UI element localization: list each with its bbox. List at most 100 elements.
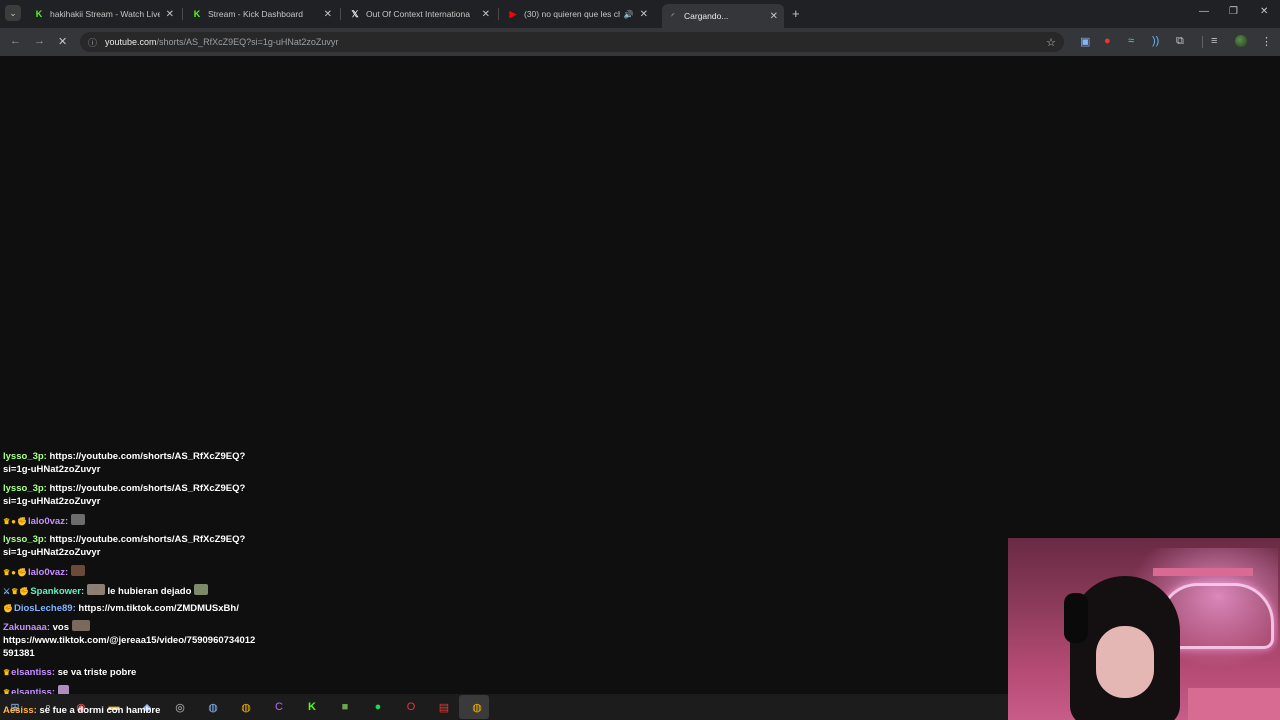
url-path: /shorts/AS_RfXcZ9EQ?si=1g-uHNat2zoZuvyr — [156, 37, 339, 47]
site-info-icon[interactable]: ⓘ — [88, 36, 97, 49]
extension-wave-icon[interactable]: )) — [1152, 35, 1159, 47]
chat-message: ♛●✊lalo0vaz: — [3, 514, 293, 528]
minecraft-icon[interactable]: ■ — [337, 699, 353, 715]
chat-username: Zakunaaa: — [3, 622, 50, 633]
tab-youtube[interactable]: ▶ (30) no quieren que les chu 🔊 ✕ — [502, 4, 654, 24]
close-icon[interactable]: ✕ — [640, 9, 648, 20]
fist-badge-icon: ✊ — [17, 568, 27, 577]
tab-search-button[interactable]: ⌄ — [5, 5, 21, 21]
tab-strip: ⌄ K hakihakii Stream - Watch Live o ✕ K … — [0, 0, 1280, 28]
tab-title: Cargando... — [684, 11, 729, 21]
extension-translate-icon[interactable]: ≈ — [1128, 35, 1134, 47]
chat-text: https://www.tiktok.com/@jereaa15/video/7… — [3, 635, 256, 646]
tab-title: (30) no quieren que les chu — [524, 9, 620, 19]
chrome-active-icon[interactable]: ◍ — [469, 699, 485, 715]
extensions-puzzle-icon[interactable]: ⧉ — [1176, 35, 1184, 48]
crown-badge-icon: ♛ — [3, 668, 11, 677]
kick-icon[interactable]: K — [304, 699, 320, 715]
cast-icon[interactable]: ▣ — [1080, 35, 1090, 48]
menu-kebab-icon[interactable]: ⋮ — [1261, 35, 1272, 48]
chat-username: lalo0vaz: — [27, 516, 69, 527]
chat-text: https://youtube.com/shorts/AS_RfXcZ9EQ? — [49, 483, 246, 494]
chat-message: Aesiss: se fue a dormi con hambre — [3, 704, 293, 717]
emote-image — [70, 514, 85, 525]
chat-text: https://youtube.com/shorts/AS_RfXcZ9EQ? — [49, 534, 246, 545]
tab-title: hakihakii Stream - Watch Live o — [50, 9, 160, 19]
tab-kick-stream[interactable]: K hakihakii Stream - Watch Live o ✕ — [28, 4, 180, 24]
opera-icon[interactable]: O — [403, 699, 419, 715]
crown-badge-icon: ♛ — [3, 568, 11, 577]
chat-text: le hubieran dejado — [107, 586, 192, 597]
chat-text: si=1g-uHNat2zoZuvyr — [3, 464, 101, 475]
tab-title: Out Of Context Internationa — [366, 9, 470, 19]
close-window-icon[interactable]: ✕ — [1260, 6, 1268, 17]
youtube-icon: ▶ — [509, 8, 517, 19]
chat-text: 591381 — [3, 648, 35, 659]
tab-loading[interactable]: ◜ Cargando... ✕ — [662, 4, 784, 28]
chat-text: se fue a dormi con hambre — [39, 705, 161, 716]
crown-badge-icon: ♛ — [3, 517, 11, 526]
chat-username: elsantiss: — [11, 667, 55, 678]
coin-badge-icon: ● — [11, 517, 17, 526]
chat-message: Zakunaaa: vos https://www.tiktok.com/@je… — [3, 620, 293, 660]
emote-image — [70, 565, 85, 576]
speaker-icon[interactable]: 🔊 — [624, 10, 634, 19]
webcam-overlay — [1008, 538, 1280, 720]
chat-message: ♛elsantiss: se va triste pobre — [3, 666, 293, 679]
sword-badge-icon: ⚔ — [3, 587, 11, 596]
spotify-icon[interactable]: ● — [370, 699, 386, 715]
chat-text: https://youtube.com/shorts/AS_RfXcZ9EQ? — [49, 451, 246, 462]
chat-message: ⚔♛✊Spankower: le hubieran dejado — [3, 584, 293, 598]
tab-title: Stream - Kick Dashboard — [208, 9, 303, 19]
close-icon[interactable]: ✕ — [770, 11, 778, 22]
fist-badge-icon: ✊ — [19, 587, 30, 596]
coin-badge-icon: ● — [11, 568, 17, 577]
chat-message: lysso_3p: https://youtube.com/shorts/AS_… — [3, 533, 293, 559]
emote-image — [194, 584, 209, 595]
voicemeeter-icon[interactable]: ▤ — [436, 699, 452, 715]
chat-username: lysso_3p: — [3, 534, 47, 545]
kick-icon: K — [35, 9, 43, 19]
chat-text: https://vm.tiktok.com/ZMDMUSxBh/ — [78, 603, 239, 614]
fist-badge-icon: ✊ — [17, 517, 27, 526]
chat-username: Spankower: — [30, 586, 85, 597]
bookmark-star-icon[interactable]: ☆ — [1046, 36, 1056, 49]
back-icon[interactable]: ← — [10, 35, 21, 47]
restore-icon[interactable]: ❐ — [1229, 6, 1238, 17]
x-icon: 𝕏 — [351, 8, 359, 19]
chat-username: DiosLeche89: — [13, 603, 76, 614]
chat-text: si=1g-uHNat2zoZuvyr — [3, 547, 101, 558]
headset — [1064, 593, 1088, 643]
chat-message: lysso_3p: https://youtube.com/shorts/AS_… — [3, 450, 293, 476]
chat-message: ✊DiosLeche89: https://vm.tiktok.com/ZMDM… — [3, 602, 293, 615]
browser-toolbar: ← → ✕ ⓘ youtube.com/shorts/AS_RfXcZ9EQ?s… — [0, 28, 1280, 56]
minimize-icon[interactable]: — — [1199, 6, 1209, 17]
chat-username: Aesiss: — [3, 705, 37, 716]
close-icon[interactable]: ✕ — [324, 9, 332, 20]
crown-badge-icon: ♛ — [11, 587, 19, 596]
chat-text: vos — [52, 622, 70, 633]
forward-icon[interactable]: → — [34, 35, 45, 47]
stream-chat-overlay: lysso_3p: https://youtube.com/shorts/AS_… — [0, 448, 300, 700]
chat-username: lysso_3p: — [3, 451, 47, 462]
tab-kick-dashboard[interactable]: K Stream - Kick Dashboard ✕ — [186, 4, 338, 24]
close-icon[interactable]: ✕ — [166, 9, 174, 20]
fist-badge-icon: ✊ — [3, 604, 13, 613]
tab-x[interactable]: 𝕏 Out Of Context Internationa ✕ — [344, 4, 496, 24]
url-host: youtube.com — [105, 37, 157, 47]
extension-red-icon[interactable]: ● — [1104, 35, 1111, 47]
streamer-face — [1096, 626, 1154, 698]
chat-message: lysso_3p: https://youtube.com/shorts/AS_… — [3, 482, 293, 508]
media-controls-icon[interactable]: ≡ — [1211, 35, 1217, 47]
chat-text: si=1g-uHNat2zoZuvyr — [3, 496, 101, 507]
emote-image — [86, 584, 105, 595]
chat-text: se va triste pobre — [57, 667, 137, 678]
new-tab-button[interactable]: + — [792, 6, 800, 21]
kick-icon: K — [193, 9, 201, 19]
chat-username: lysso_3p: — [3, 483, 47, 494]
address-bar[interactable]: ⓘ youtube.com/shorts/AS_RfXcZ9EQ?si=1g-u… — [80, 32, 1064, 52]
close-icon[interactable]: ✕ — [482, 9, 490, 20]
stop-icon[interactable]: ✕ — [58, 35, 67, 48]
chat-username: lalo0vaz: — [27, 567, 69, 578]
profile-avatar[interactable] — [1235, 35, 1247, 47]
